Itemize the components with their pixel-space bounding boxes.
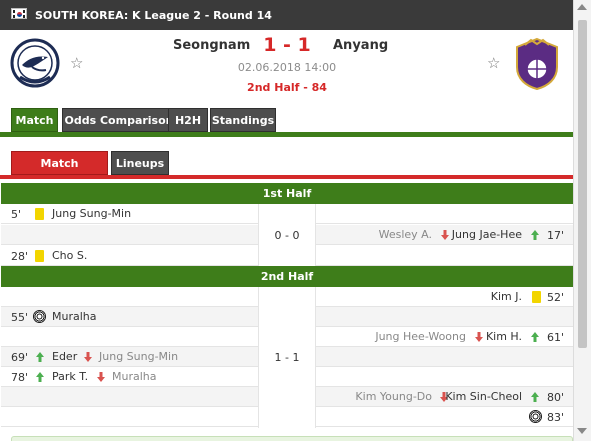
away-favorite-star-icon[interactable]: ☆ [487,54,500,72]
tab-odds-comparison[interactable]: Odds Comparison [62,108,176,132]
event-minute: 55' [11,311,29,324]
event-player-out[interactable]: Jung Sung-Min [99,347,178,367]
second-half-header: 2nd Half [1,266,573,287]
event-player-in[interactable]: Kim H. [486,327,522,347]
event-minute: 78' [11,371,29,384]
event-player[interactable]: Kim J. [491,287,522,307]
second-half-score: 1 - 1 [258,287,316,428]
sub-in-arrow-icon [531,392,539,402]
event-minute: 61' [546,331,564,344]
yellow-card-icon [35,250,44,262]
scroll-down-arrow-icon[interactable] [577,428,587,434]
home-favorite-star-icon[interactable]: ☆ [70,54,83,72]
tab-lineups[interactable]: Lineups [111,151,169,175]
goal-ball-icon [33,310,46,323]
first-half-header: 1st Half [1,183,573,204]
competition-bar[interactable]: SOUTH KOREA: K League 2 - Round 14 [0,0,573,30]
sub-out-arrow-icon [441,230,449,240]
next-section-bar [11,436,573,441]
sub-out-arrow-icon [84,352,92,362]
home-team-name[interactable]: Seongnam [173,38,250,53]
sub-in-arrow-icon [531,230,539,240]
goal-ball-icon [529,410,542,423]
event-minute: 28' [11,250,29,263]
match-score: 1 - 1 [263,34,311,56]
match-status: 2nd Half - 84 [247,81,327,94]
tab-standings[interactable]: Standings [210,108,276,132]
event-player-out[interactable]: Kim Young-Do [355,387,432,407]
event-player-out[interactable]: Jung Hee-Woong [375,327,466,347]
event-player[interactable]: Muralha [52,307,97,327]
sub-in-arrow-icon [36,372,44,382]
first-half-score: 0 - 0 [258,204,316,267]
event-player-out[interactable]: Wesley A. [379,225,432,245]
event-minute: 52' [546,291,564,304]
event-minute: 80' [546,391,564,404]
away-team-logo[interactable] [512,37,562,91]
scrollbar-thumb[interactable] [578,20,587,348]
event-player-in[interactable]: Jung Jae-Hee [452,225,522,245]
event-minute: 5' [11,208,22,221]
sub-in-arrow-icon [531,332,539,342]
match-datetime: 02.06.2018 14:00 [237,61,337,74]
home-team-logo[interactable] [10,37,60,89]
event-player[interactable]: Cho S. [52,246,87,266]
yellow-card-icon [532,291,541,303]
event-player-out[interactable]: Muralha [112,367,157,387]
sub-out-arrow-icon [475,332,483,342]
event-player-in[interactable]: Eder [52,347,77,367]
tab-match-summary[interactable]: Match Summary [11,151,108,194]
event-minute: 17' [546,229,564,242]
vertical-scrollbar[interactable] [573,0,591,441]
event-player-in[interactable]: Kim Sin-Cheol [445,387,522,407]
tab-match[interactable]: Match [11,108,58,132]
sub-out-arrow-icon [97,372,105,382]
tab-h2h[interactable]: H2H [168,108,208,132]
competition-title[interactable]: SOUTH KOREA: K League 2 - Round 14 [35,9,272,22]
scroll-up-arrow-icon[interactable] [577,4,587,10]
away-team-name[interactable]: Anyang [333,38,388,53]
tabs-divider [0,132,573,137]
sub-in-arrow-icon [36,352,44,362]
event-player-in[interactable]: Park T. [52,367,88,387]
subtabs-divider [0,175,573,179]
event-player[interactable]: Jung Sung-Min [52,204,131,224]
event-minute: 83' [546,411,564,424]
event-minute: 69' [11,351,29,364]
yellow-card-icon [35,208,44,220]
south-korea-flag-icon [11,8,27,19]
